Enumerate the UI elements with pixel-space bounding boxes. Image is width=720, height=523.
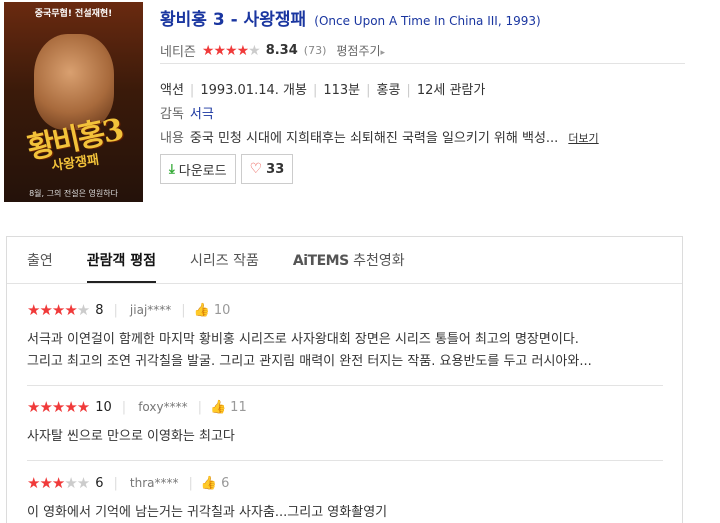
star-icon: ★ <box>213 42 226 59</box>
poster-banner: 중국무협! 전설재현! <box>34 9 113 19</box>
plot-label: 내용 <box>160 131 184 146</box>
rating-score: 8.34 <box>265 43 298 58</box>
movie-poster[interactable]: 중국무협! 전설재현! 황비홍3 사왕쟁패 8월, 그의 전설은 영원하다 <box>4 2 143 202</box>
release-date: 1993.01.14. 개봉 <box>200 83 307 98</box>
download-button[interactable]: ⤓ 다운로드 <box>160 154 236 184</box>
movie-english-title: (Once Upon A Time In China III, 1993) <box>314 14 541 28</box>
rating-count: (73) <box>303 44 327 57</box>
review-line: 그리고 최고의 조연 귀각칠을 발굴. 그리고 관지림 매력이 완전 터지는 작… <box>27 354 592 369</box>
runtime: 113분 <box>323 83 361 98</box>
star-icon: ★ <box>201 42 215 59</box>
review-user[interactable]: thra**** <box>130 476 179 490</box>
country: 홍콩 <box>376 83 401 98</box>
list-item: ★★★★★ 6 | thra**** | 👍 6 이 영화에서 기억에 남는거는… <box>27 474 663 523</box>
tab-bar: 출연 관람객 평점 시리즈 작품 AiTEMS 추천영화 <box>7 237 682 284</box>
review-likes: 11 <box>230 399 247 415</box>
more-link[interactable]: 더보기 <box>568 132 598 145</box>
director-label: 감독 <box>160 107 184 122</box>
review-score: 6 <box>95 475 104 491</box>
title-row: 황비홍 3 - 사왕쟁패 (Once Upon A Time In China … <box>160 5 541 30</box>
download-label: 다운로드 <box>178 163 227 179</box>
rate-link[interactable]: 평점주기▸ <box>336 42 385 59</box>
tab-recommended[interactable]: AiTEMS 추천영화 <box>293 250 405 283</box>
review-header: ★★★★★ 8 | jiaj**** | 👍 10 <box>27 301 231 319</box>
tab-series[interactable]: 시리즈 작품 <box>190 250 259 283</box>
review-user[interactable]: jiaj**** <box>130 303 171 317</box>
star-icon: ★ <box>225 42 238 59</box>
rating-stars: ★★★★★ <box>201 42 261 59</box>
review-header: ★★★★★ 10 | foxy**** | 👍 11 <box>27 398 247 416</box>
poster-caption: 8월, 그의 전설은 영원하다 <box>29 189 118 198</box>
reviews-panel: 출연 관람객 평점 시리즈 작품 AiTEMS 추천영화 ★★★★★ 8 | j… <box>6 236 683 523</box>
review-stars: ★★★★★ <box>27 474 90 492</box>
review-line: 사자탈 씬으로 만으로 이영화는 최고다 <box>27 429 235 444</box>
star-icon: ★ <box>236 42 250 59</box>
tab-label: 출연 <box>27 253 53 269</box>
tab-audience-ratings[interactable]: 관람객 평점 <box>86 250 157 283</box>
plot-text: 중국 민청 시대에 지희태후는 쇠퇴해진 국력을 일으키기 위해 백성... <box>189 131 559 146</box>
rate-link-label: 평점주기 <box>336 44 381 58</box>
action-buttons: ⤓ 다운로드 ♡ 33 <box>160 154 294 184</box>
star-icon: ★ <box>248 42 261 59</box>
tab-label: 추천영화 <box>348 253 405 269</box>
aitems-logo: AiTEMS <box>292 253 349 269</box>
age-rating: 12세 관람가 <box>416 83 486 98</box>
director-name[interactable]: 서극 <box>190 107 214 122</box>
review-likes: 6 <box>221 475 230 491</box>
genre: 액션 <box>160 83 184 98</box>
tab-label: 시리즈 작품 <box>190 253 259 269</box>
divider <box>27 385 663 386</box>
thumbs-up-icon[interactable]: 👍 <box>194 303 210 318</box>
movie-title[interactable]: 황비홍 3 - 사왕쟁패 <box>160 10 306 30</box>
review-stars: ★★★★★ <box>27 301 90 319</box>
plot-row: 내용 중국 민청 시대에 지희태후는 쇠퇴해진 국력을 일으키기 위해 백성...… <box>160 127 685 146</box>
director-row: 감독 서극 <box>160 103 214 122</box>
review-score: 10 <box>95 399 112 415</box>
thumbs-up-icon[interactable]: 👍 <box>210 400 226 415</box>
rating-row: 네티즌 ★★★★★ 8.34 (73) 평점주기▸ <box>160 41 685 61</box>
review-text: 서극과 이연걸이 함께한 마지막 황비홍 시리즈로 사자왕대회 장면은 시리즈 … <box>27 329 663 373</box>
tab-label: 관람객 평점 <box>86 253 157 269</box>
rating-label: 네티즌 <box>160 45 196 60</box>
review-text: 이 영화에서 기억에 남는거는 귀각칠과 사자춤...그리고 영화촬영기 <box>27 502 663 523</box>
review-likes: 10 <box>213 302 231 318</box>
like-button[interactable]: ♡ 33 <box>240 154 294 184</box>
divider <box>27 460 663 461</box>
review-stars: ★★★★★ <box>27 398 90 416</box>
list-item: ★★★★★ 10 | foxy**** | 👍 11 사자탈 씬으로 만으로 이… <box>27 398 663 461</box>
divider <box>160 63 685 64</box>
thumbs-up-icon[interactable]: 👍 <box>201 476 217 491</box>
review-text: 사자탈 씬으로 만으로 이영화는 최고다 <box>27 426 663 448</box>
like-count: 33 <box>266 161 285 177</box>
review-user[interactable]: foxy**** <box>138 400 187 414</box>
tab-cast[interactable]: 출연 <box>27 250 53 283</box>
chevron-right-icon: ▸ <box>380 48 386 58</box>
review-score: 8 <box>95 302 104 318</box>
list-item: ★★★★★ 8 | jiaj**** | 👍 10 서극과 이연걸이 함께한 마… <box>27 301 663 386</box>
meta-row: 액션 | 1993.01.14. 개봉 | 113분 | 홍콩 | 12세 관람가 <box>160 83 486 98</box>
review-header: ★★★★★ 6 | thra**** | 👍 6 <box>27 474 230 492</box>
review-line: 이 영화에서 기억에 남는거는 귀각칠과 사자춤...그리고 영화촬영기 <box>27 505 388 520</box>
download-icon: ⤓ <box>169 161 175 177</box>
review-line: 서극과 이연걸이 함께한 마지막 황비홍 시리즈로 사자왕대회 장면은 시리즈 … <box>27 332 579 347</box>
heart-icon: ♡ <box>249 161 263 177</box>
